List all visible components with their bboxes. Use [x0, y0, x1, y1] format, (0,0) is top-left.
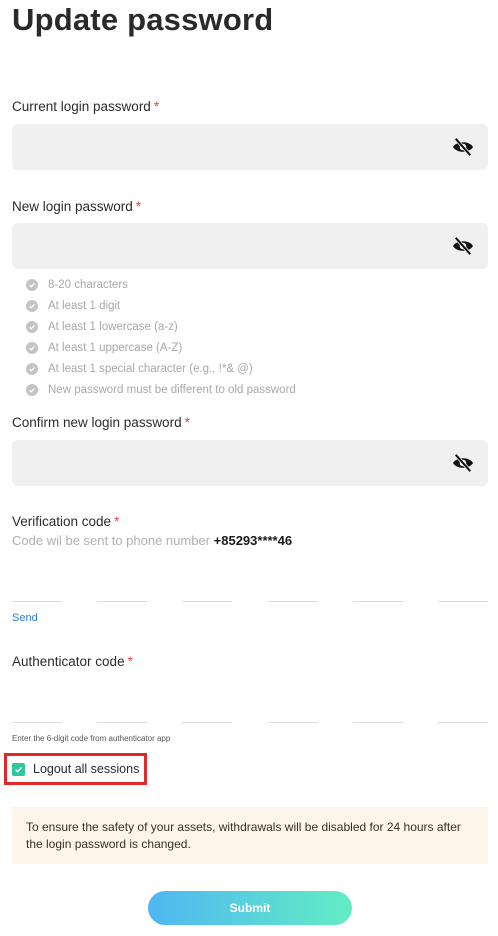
verification-digit-input[interactable] — [182, 574, 233, 602]
logout-all-sessions-checkbox[interactable]: Logout all sessions — [4, 753, 147, 785]
confirm-password-label: Confirm new login password * — [12, 415, 190, 430]
security-notice-text: To ensure the safety of your assets, wit… — [26, 820, 461, 851]
authenticator-digit-input[interactable] — [97, 695, 148, 723]
check-circle-icon — [26, 299, 38, 312]
current-password-label: Current login password * — [12, 99, 159, 114]
required-marker: * — [127, 654, 133, 669]
page-title: Update password — [12, 2, 274, 37]
password-rule-text: New password must be different to old pa… — [48, 383, 296, 396]
password-rule-text: 8-20 characters — [48, 278, 128, 291]
password-rule: At least 1 lowercase (a-z) — [26, 316, 296, 337]
password-rule: At least 1 uppercase (A-Z) — [26, 337, 296, 358]
current-password-label-text: Current login password — [12, 99, 151, 114]
new-password-field[interactable] — [12, 223, 488, 269]
current-password-input[interactable] — [12, 124, 488, 170]
password-rule: At least 1 digit — [26, 295, 296, 316]
verification-code-inputs — [12, 574, 488, 602]
new-password-input[interactable] — [12, 223, 488, 269]
verification-code-label: Verification code * — [12, 514, 119, 529]
check-circle-icon — [26, 320, 38, 333]
eye-off-icon[interactable] — [452, 236, 474, 256]
required-marker: * — [184, 415, 190, 430]
confirm-password-input[interactable] — [12, 440, 488, 486]
authenticator-digit-input[interactable] — [267, 695, 318, 723]
authenticator-code-inputs — [12, 695, 488, 723]
required-marker: * — [153, 99, 160, 114]
verification-code-label-text: Verification code — [12, 514, 112, 529]
authenticator-digit-input[interactable] — [12, 695, 62, 723]
verification-subtext-text: Code wil be sent to phone number — [12, 533, 214, 548]
authenticator-code-label: Authenticator code * — [12, 654, 133, 669]
password-rule-text: At least 1 lowercase (a-z) — [48, 320, 178, 333]
verification-digit-input[interactable] — [437, 574, 488, 602]
check-circle-icon — [26, 278, 38, 291]
password-rule-text: At least 1 special character (e.g., !*& … — [48, 362, 253, 375]
authenticator-digit-input[interactable] — [437, 695, 488, 723]
password-rule: 8-20 characters — [26, 274, 296, 295]
check-circle-icon — [26, 341, 38, 354]
phone-number: +85293****46 — [213, 533, 293, 548]
verification-digit-input[interactable] — [97, 574, 148, 602]
new-password-label-text: New login password — [12, 199, 133, 214]
verification-digit-input[interactable] — [12, 574, 62, 602]
logout-all-sessions-label: Logout all sessions — [33, 762, 140, 776]
check-circle-icon — [26, 362, 38, 375]
authenticator-digit-input[interactable] — [352, 695, 403, 723]
authenticator-code-label-text: Authenticator code — [12, 654, 125, 669]
verification-digit-input[interactable] — [267, 574, 318, 602]
current-password-field[interactable] — [12, 124, 488, 170]
required-marker: * — [135, 199, 142, 214]
authenticator-hint: Enter the 6-digit code from authenticato… — [12, 734, 171, 743]
password-rule-text: At least 1 digit — [48, 299, 121, 312]
required-marker: * — [114, 514, 120, 529]
security-notice: To ensure the safety of your assets, wit… — [12, 807, 488, 864]
verification-digit-input[interactable] — [352, 574, 403, 602]
password-rule: New password must be different to old pa… — [26, 379, 296, 400]
password-rule-text: At least 1 uppercase (A-Z) — [48, 341, 183, 354]
confirm-password-field[interactable] — [12, 440, 488, 486]
password-rules-list: 8-20 characters At least 1 digit At leas… — [26, 274, 296, 400]
new-password-label: New login password * — [12, 199, 141, 214]
submit-button[interactable]: Submit — [148, 891, 352, 925]
confirm-password-label-text: Confirm new login password — [12, 415, 182, 430]
verification-subtext: Code wil be sent to phone number +85293*… — [12, 533, 292, 548]
check-circle-icon — [26, 383, 38, 396]
password-rule: At least 1 special character (e.g., !*& … — [26, 358, 296, 379]
send-code-link[interactable]: Send — [12, 612, 38, 624]
eye-off-icon[interactable] — [452, 137, 474, 157]
checkbox-checked-icon[interactable] — [12, 762, 25, 776]
eye-off-icon[interactable] — [452, 453, 474, 473]
authenticator-digit-input[interactable] — [182, 695, 233, 723]
